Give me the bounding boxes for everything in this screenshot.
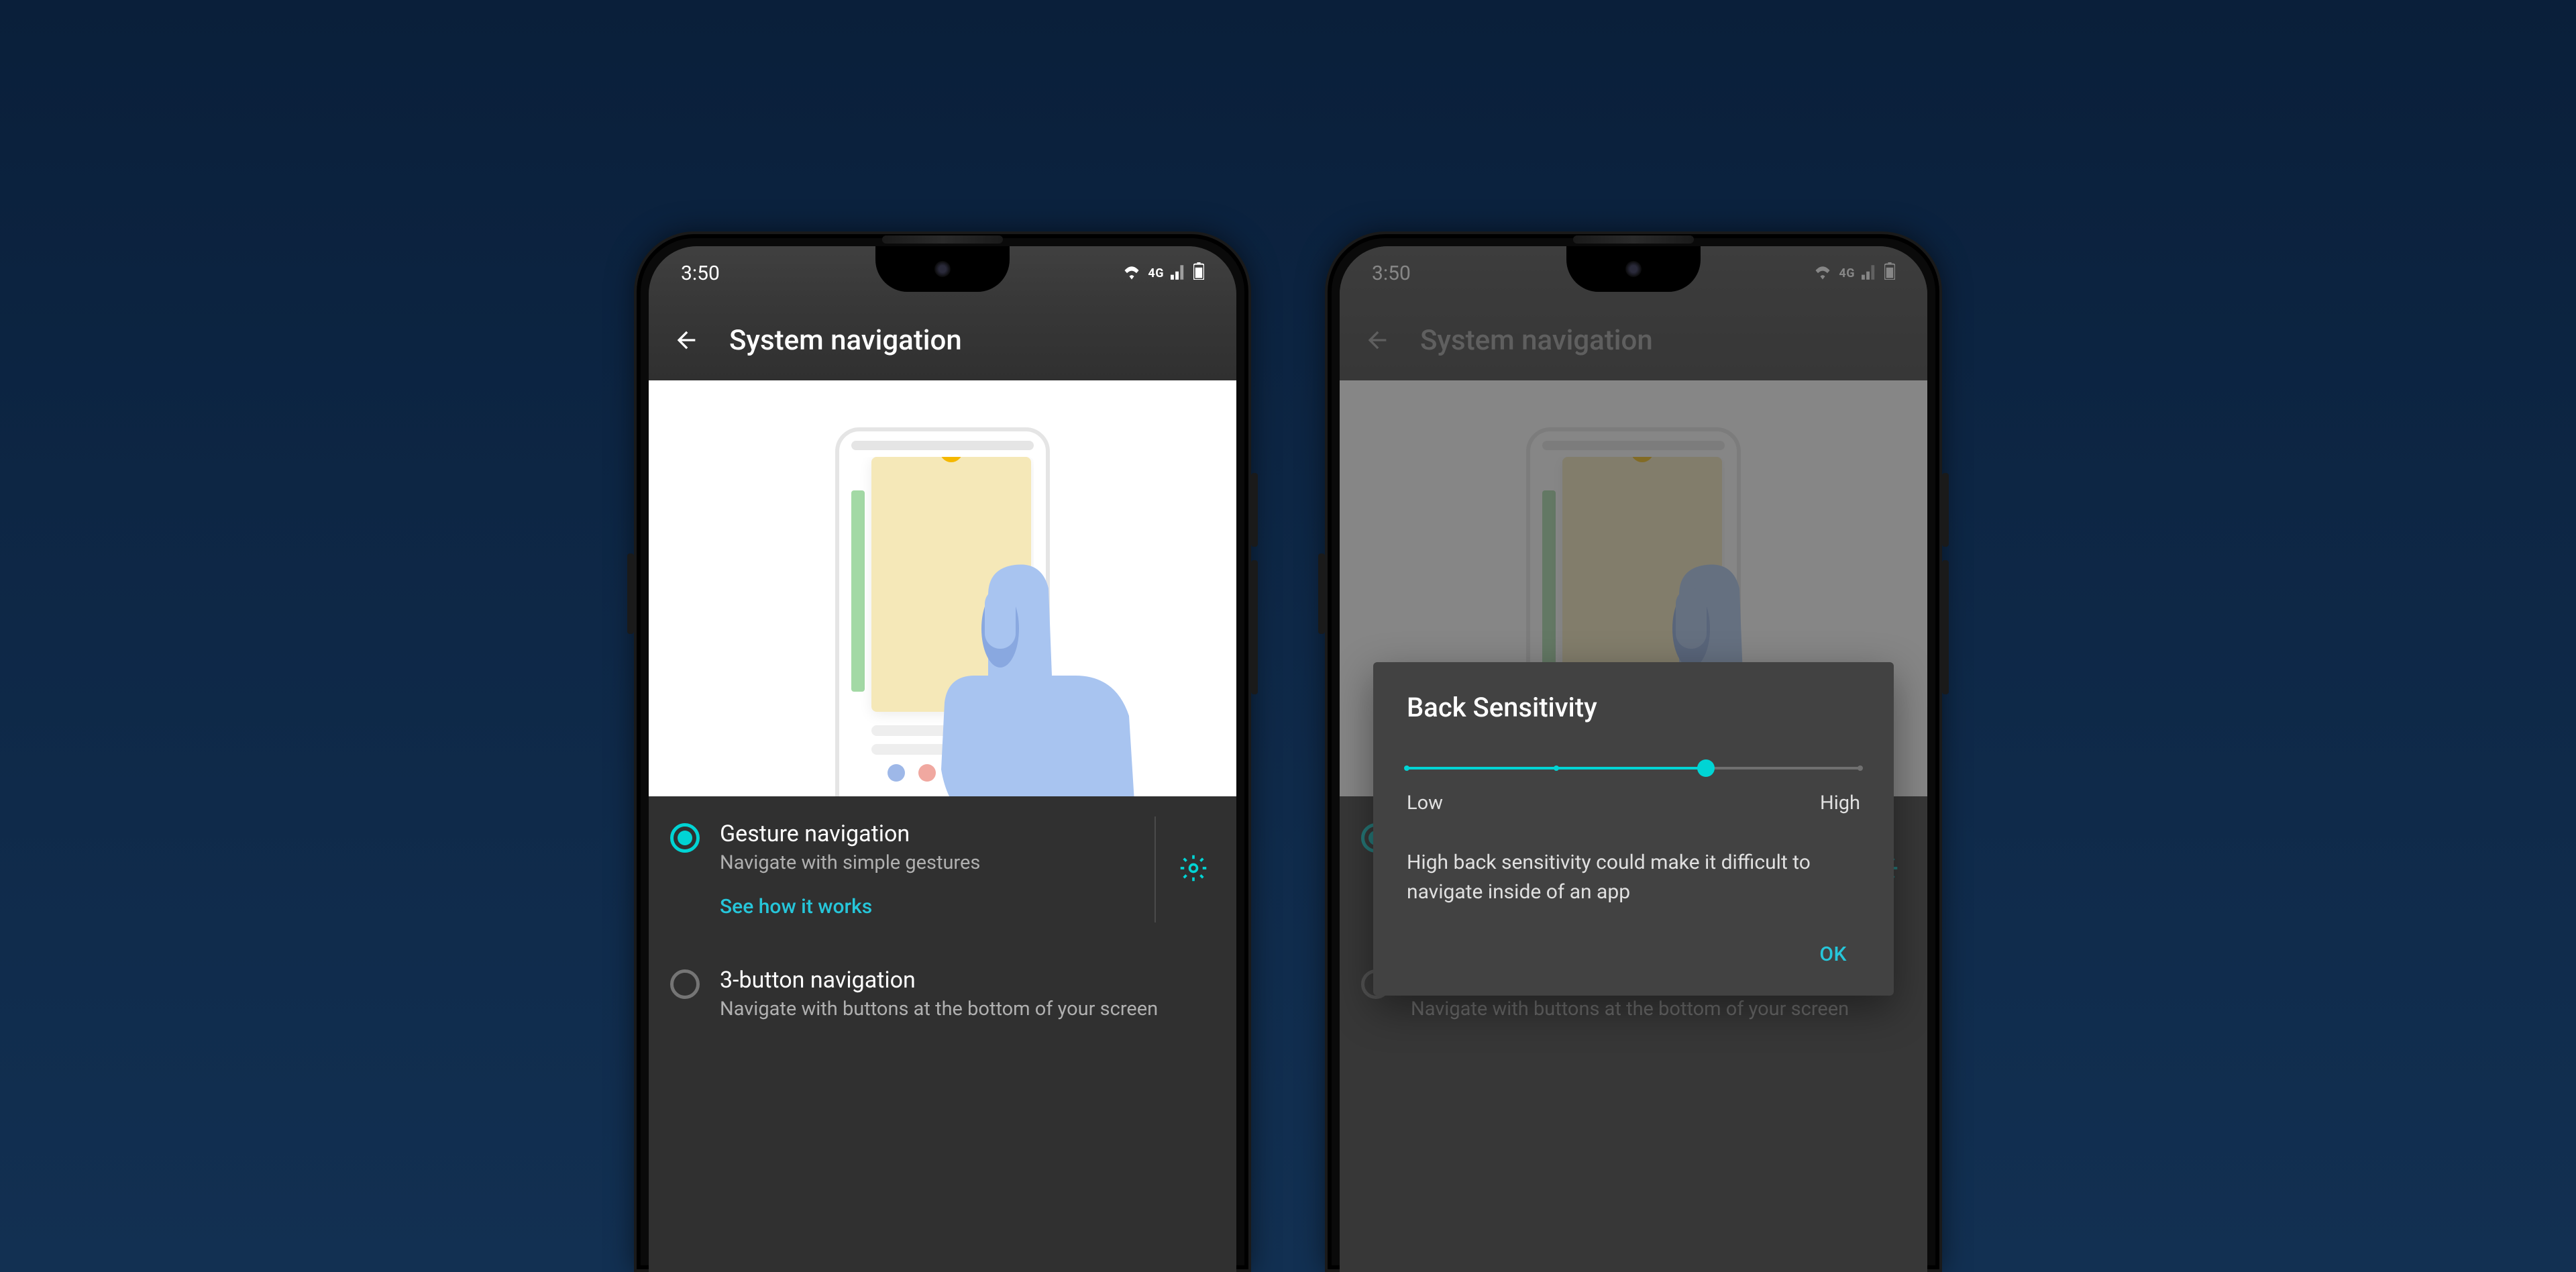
option-subtitle: Navigate with buttons at the bottom of y… (720, 996, 1215, 1022)
page-title: System navigation (729, 324, 962, 357)
battery-icon (1193, 262, 1204, 285)
gesture-illustration (649, 380, 1236, 796)
back-sensitivity-dialog: Back Sensitivity Low High High back sens… (1373, 662, 1894, 996)
back-arrow-icon[interactable] (670, 324, 702, 356)
header: System navigation (649, 300, 1236, 380)
phone-right: 3:50 4G System navigation (1325, 231, 1942, 1272)
dialog-title: Back Sensitivity (1407, 692, 1860, 723)
option-title: 3-button navigation (720, 967, 1215, 994)
slider-high-label: High (1820, 792, 1860, 814)
see-how-it-works-link[interactable]: See how it works (720, 895, 1215, 918)
option-gesture-navigation[interactable]: Gesture navigation Navigate with simple … (649, 796, 1236, 943)
signal-icon (1171, 262, 1187, 285)
slider-low-label: Low (1407, 792, 1443, 814)
wifi-icon (1122, 262, 1141, 285)
radio-selected-icon[interactable] (670, 823, 700, 853)
phone-left: 3:50 4G System navigation (634, 231, 1251, 1272)
gear-icon[interactable] (1179, 853, 1208, 886)
option-three-button-navigation[interactable]: 3-button navigation Navigate with button… (649, 943, 1236, 1047)
dialog-message: High back sensitivity could make it diff… (1407, 848, 1860, 906)
option-subtitle: Navigate with simple gestures (720, 850, 1215, 876)
sensitivity-slider[interactable] (1407, 758, 1860, 778)
ok-button[interactable]: OK (1806, 933, 1860, 975)
status-time: 3:50 (681, 262, 720, 285)
network-label: 4G (1148, 266, 1164, 280)
radio-unselected-icon[interactable] (670, 969, 700, 999)
option-title: Gesture navigation (720, 820, 1215, 847)
